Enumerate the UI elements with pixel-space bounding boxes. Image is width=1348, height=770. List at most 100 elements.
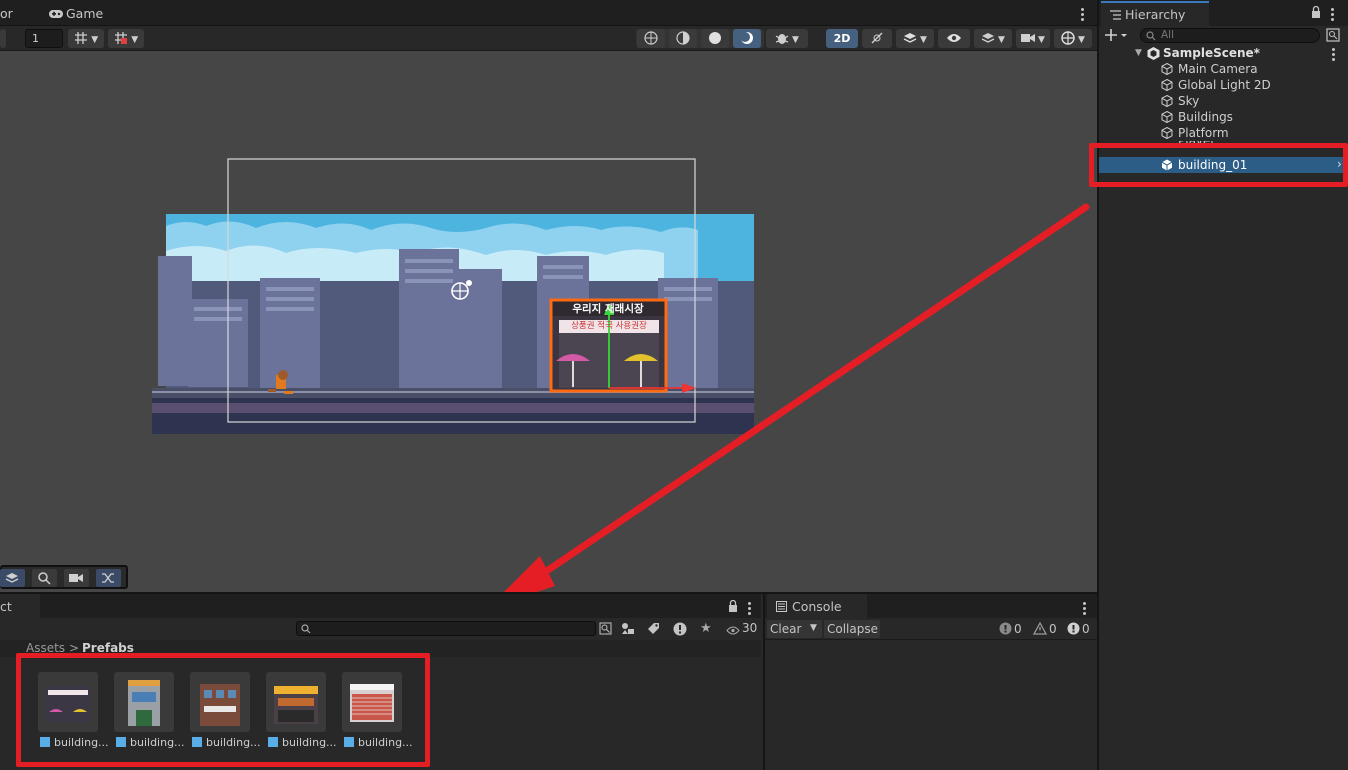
filter-important-icon[interactable] [673, 622, 687, 639]
gamepad-icon [49, 8, 63, 22]
gameobject-cube-icon [1161, 127, 1173, 139]
scene-effects-button[interactable]: ▼ [896, 29, 934, 48]
gameobject-cube-icon [1161, 111, 1173, 123]
clear-button[interactable]: Clear ▼ [767, 620, 822, 638]
list-icon [1110, 9, 1121, 23]
gizmos-button[interactable]: ▼ [1054, 29, 1092, 48]
scene-overlay-toolbar [0, 565, 128, 589]
tab-project[interactable]: ct [0, 594, 40, 618]
gameobject-cube-icon [1161, 63, 1173, 75]
hierarchy-item-label: Platform [1178, 126, 1229, 140]
hierarchy-search-input[interactable]: All [1140, 28, 1320, 43]
filter-label-icon[interactable] [647, 622, 660, 638]
camera-icon [1021, 32, 1036, 45]
collapse-label: Collapse [827, 622, 878, 636]
console-toolbar: Clear ▼ Collapse 0 0 0 [765, 618, 1097, 640]
grid-snap-button[interactable]: ▼ [68, 29, 104, 48]
camera-icon [69, 574, 83, 582]
gameobject-cube-icon [1161, 79, 1173, 91]
hierarchy-item[interactable]: Main Camera [1099, 61, 1348, 77]
unlit-button[interactable] [733, 29, 761, 48]
search-options-icon[interactable] [1326, 28, 1340, 45]
search-placeholder: All [1161, 29, 1175, 41]
layers-icon [5, 573, 19, 583]
filter-type-icon[interactable] [621, 622, 635, 638]
layers-dropdown-button[interactable]: ▼ [974, 29, 1012, 48]
search-scope-icon[interactable] [599, 622, 612, 638]
annotation-highlight-prefabs [16, 653, 430, 767]
camera-settings-button[interactable]: ▼ [1016, 29, 1050, 48]
project-toolbar: ★ 30 [0, 618, 761, 640]
snap-grid-icon [114, 32, 132, 45]
create-button[interactable] [1105, 28, 1131, 44]
console-menu-icon[interactable] [1083, 602, 1086, 617]
scene-menu-icon[interactable] [1081, 8, 1084, 23]
grid-size-field[interactable]: 1 [25, 29, 63, 48]
plus-icon [1105, 29, 1127, 41]
clear-label: Clear [770, 622, 802, 636]
toolbar-edge-button[interactable] [0, 29, 6, 48]
shaded-button[interactable] [701, 29, 729, 48]
scene-view[interactable]: 우리지 재래시장 상품권 적극 사용권장 [0, 51, 1097, 592]
expand-arrow-icon[interactable]: ▼ [1135, 48, 1142, 58]
lock-icon[interactable] [1311, 5, 1321, 21]
debug-draw-button[interactable]: ▼ [766, 29, 808, 48]
console-icon [776, 601, 787, 615]
hierarchy-item[interactable]: Global Light 2D [1099, 77, 1348, 93]
tab-console[interactable]: Console [767, 594, 867, 618]
chevron-down-icon[interactable]: ▼ [810, 623, 817, 633]
search-icon [1146, 30, 1156, 44]
project-tab-label: ct [0, 599, 12, 614]
error-toggle[interactable]: 0 [997, 620, 1027, 638]
tab-hierarchy[interactable]: Hierarchy [1101, 1, 1209, 26]
hidden-eye-icon[interactable] [726, 624, 740, 638]
scene-visibility-toggle[interactable] [938, 29, 970, 48]
hierarchy-item-label: Sky [1178, 94, 1200, 108]
wireframe-shading-button[interactable] [637, 29, 665, 48]
collapse-button[interactable]: Collapse [824, 620, 880, 638]
grid-icon [74, 32, 92, 45]
hierarchy-item[interactable]: Sky [1099, 93, 1348, 109]
error-icon [999, 622, 1012, 635]
console-panel: Console Clear ▼ Collapse 0 0 0 [763, 592, 1097, 770]
hierarchy-scene-row[interactable]: ▼ SampleScene* [1099, 45, 1348, 61]
tab-game[interactable]: Game [66, 6, 103, 21]
2d-mode-toggle[interactable]: 2D [826, 29, 858, 48]
hierarchy-item[interactable]: Buildings [1099, 109, 1348, 125]
shuffle-icon [102, 573, 114, 583]
bug-icon [775, 32, 789, 45]
moon-sphere-icon [740, 32, 754, 45]
hierarchy-item[interactable]: Platform [1099, 125, 1348, 141]
project-search-input[interactable] [296, 621, 596, 636]
scene-tab-bar: or Game [0, 0, 1097, 26]
hierarchy-title: Hierarchy [1125, 7, 1186, 22]
scene-canvas [152, 158, 1090, 592]
scene-lighting-toggle[interactable] [862, 29, 892, 48]
console-title: Console [792, 599, 842, 614]
shaded-wireframe-button[interactable] [669, 29, 697, 48]
hierarchy-item-label: Global Light 2D [1178, 78, 1271, 92]
favorite-star-icon[interactable]: ★ [700, 621, 712, 636]
gameobject-cube-icon [1161, 95, 1173, 107]
lock-icon[interactable] [728, 599, 738, 615]
hierarchy-menu-icon[interactable] [1331, 8, 1334, 23]
overlay-camera-button[interactable] [64, 569, 89, 587]
error-count: 0 [1014, 622, 1022, 636]
scene-name: SampleScene* [1163, 46, 1260, 60]
scene-toolbar: 1 ▼ ▼ ▼ 2D ▼ ▼ ▼ ▼ [0, 26, 1097, 51]
snap-increment-button[interactable]: ▼ [108, 29, 144, 48]
overlay-shuffle-button[interactable] [96, 569, 121, 587]
project-menu-icon[interactable] [748, 602, 751, 617]
warning-icon [1033, 622, 1047, 635]
info-toggle[interactable]: 0 [1065, 620, 1095, 638]
stack-icon [981, 32, 995, 45]
shaded-wire-sphere-icon [676, 31, 690, 45]
gizmo-globe-icon [1061, 31, 1075, 45]
layers-icon [903, 32, 917, 45]
info-icon [1067, 622, 1080, 635]
tab-scene-fragment[interactable]: or [0, 6, 13, 21]
overlay-search-button[interactable] [32, 569, 57, 587]
overlay-layers-button[interactable] [0, 569, 25, 587]
warning-toggle[interactable]: 0 [1031, 620, 1061, 638]
hierarchy-item-label: Main Camera [1178, 62, 1258, 76]
